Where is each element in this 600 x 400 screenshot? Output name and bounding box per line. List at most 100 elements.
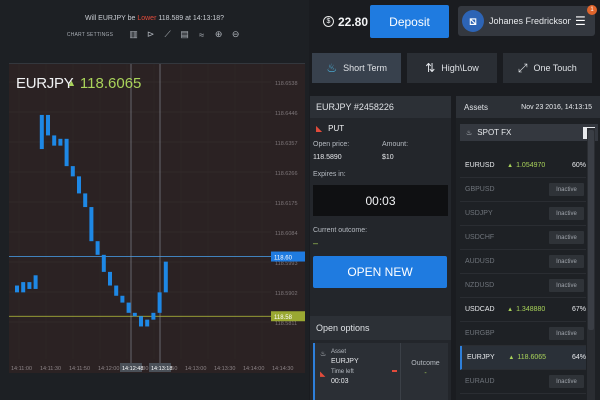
- asset-scrollbar[interactable]: [587, 128, 595, 400]
- asset-name: GBPUSD: [465, 186, 495, 193]
- y-tick-label: 118.6084: [275, 231, 298, 237]
- user-menu[interactable]: ⧅ Johanes Fredrickson ☰: [458, 6, 595, 36]
- candle: [126, 302, 131, 313]
- up-arrow-icon: ▲: [508, 354, 515, 361]
- candle: [15, 285, 19, 293]
- y-tick-label: 118.6266: [275, 171, 298, 177]
- candle: [101, 254, 106, 272]
- line-chart-icon[interactable]: ⟋: [161, 28, 174, 41]
- candle: [70, 166, 75, 177]
- scroll-thumb[interactable]: [588, 130, 594, 330]
- candle: [21, 282, 26, 293]
- hamburger-menu-icon[interactable]: ☰: [575, 14, 586, 28]
- asset-payout: 67%: [571, 306, 586, 313]
- option-time-left: 00:03: [331, 378, 349, 385]
- asset-name: EURGBP: [465, 330, 495, 337]
- scale-icon[interactable]: ≈: [195, 28, 208, 41]
- candle: [95, 241, 100, 255]
- asset-payout: 64%: [572, 354, 587, 361]
- outcome-label: Current outcome:: [313, 227, 368, 234]
- asset-payout: 60%: [571, 162, 586, 169]
- asset-name: EURJPY: [467, 354, 495, 361]
- candle: [163, 261, 168, 293]
- asset-row-euraud[interactable]: EURAUD Inactive: [460, 370, 586, 394]
- option-asset: EURJPY: [331, 358, 359, 365]
- asset-name: USDCAD: [465, 306, 495, 313]
- option-outcome: Outcome -: [400, 343, 450, 400]
- inactive-badge: Inactive: [549, 375, 584, 388]
- tab-high-low[interactable]: ⇅ High\Low: [407, 53, 497, 83]
- bar-chart-icon[interactable]: ▤: [178, 28, 191, 41]
- chart-pair-price: ▲ 118.6065: [67, 75, 141, 92]
- x-tick-label: 14:13:00: [185, 366, 206, 372]
- inactive-badge: Inactive: [549, 183, 584, 196]
- assets-panel: Assets Nov 23 2016, 14:13:15 ♨ SPOT FX ▼…: [456, 96, 600, 400]
- candle: [89, 207, 94, 242]
- y-tick-label: 118.5811: [275, 321, 297, 327]
- asset-row-usdjpy[interactable]: USDJPY Inactive: [460, 202, 586, 226]
- open-option-card[interactable]: ♨ ◣ Asset EURJPY Time left 00:03 Outcome…: [313, 343, 448, 400]
- zoom-out-icon[interactable]: ⊖: [229, 28, 242, 41]
- candle: [27, 282, 32, 289]
- bars-icon[interactable]: ⊳: [144, 28, 157, 41]
- chart-panel: Will EURJPY be Lower 118.589 at 14:13:18…: [0, 0, 309, 400]
- x-tick-label: 14:12:00: [98, 366, 119, 372]
- tab-short-term[interactable]: ♨ Short Term: [312, 53, 402, 83]
- tab-high-low-label: High\Low: [441, 63, 479, 73]
- question-direction: Lower: [137, 15, 157, 22]
- price-chart[interactable]: 118.6538 118.6446 118.6357 118.6266 118.6175…: [9, 63, 305, 373]
- chart-pair-title: EURJPY: [16, 75, 74, 92]
- asset-row-nzdusd[interactable]: NZDUSD Inactive: [460, 274, 586, 298]
- user-avatar-icon: ⧅: [462, 10, 484, 32]
- candle: [120, 295, 125, 303]
- candle: [114, 285, 119, 296]
- y-tick-label: 118.6357: [275, 141, 298, 147]
- asset-row-eurjpy[interactable]: EURJPY ▲ 118.6065 64%: [460, 346, 586, 370]
- candle: [132, 312, 137, 317]
- x-tick-label: 14:11:30: [40, 366, 61, 372]
- asset-row-gbpusd[interactable]: GBPUSD Inactive: [460, 178, 586, 202]
- asset-list: EURUSD ▲ 1.054970 60% GBPUSD Inactive USDJPY In…: [460, 154, 586, 394]
- candle: [145, 319, 150, 327]
- asset-row-usdcad[interactable]: USDCAD ▲ 1.348880 67%: [460, 298, 586, 322]
- inactive-badge: Inactive: [549, 231, 584, 244]
- asset-row-eurusd[interactable]: EURUSD ▲ 1.054970 60%: [460, 154, 586, 178]
- flame-icon: ♨: [326, 61, 338, 75]
- asset-name: USDCHF: [465, 234, 495, 241]
- asset-name: NZDUSD: [465, 282, 495, 289]
- asset-row-eurgbp[interactable]: EURGBP Inactive: [460, 322, 586, 346]
- option-time-left-label: Time left: [331, 369, 354, 375]
- tab-short-term-label: Short Term: [343, 63, 387, 73]
- candle: [33, 275, 38, 289]
- open-price-value: 118.5890: [313, 154, 342, 161]
- balance-value: 22.80: [338, 14, 369, 29]
- asset-row-audusd[interactable]: AUDUSD Inactive: [460, 250, 586, 274]
- option-outcome-label: Outcome: [411, 360, 440, 367]
- candle: [108, 271, 112, 286]
- notification-badge[interactable]: 1: [587, 5, 597, 15]
- candles-icon[interactable]: ▥: [127, 28, 140, 41]
- y-tick-label: 118.6175: [275, 201, 298, 207]
- inactive-badge: Inactive: [549, 207, 584, 220]
- high-low-icon: ⇅: [425, 61, 436, 75]
- asset-price: 118.6065: [517, 354, 547, 361]
- asset-category-select[interactable]: ♨ SPOT FX ▼: [460, 124, 598, 141]
- candle: [52, 135, 57, 146]
- open-new-button[interactable]: OPEN NEW: [313, 256, 447, 288]
- chart-settings-label: CHART SETTINGS: [66, 31, 114, 38]
- tab-one-touch[interactable]: ⤢ One Touch: [502, 53, 592, 83]
- deposit-button[interactable]: Deposit: [370, 5, 449, 38]
- asset-row-usdchf[interactable]: USDCHF Inactive: [460, 226, 586, 250]
- candle: [46, 114, 50, 136]
- current-price-tag-label: 118.60: [274, 256, 293, 262]
- x-tick-label: 14:14:30: [272, 366, 293, 372]
- user-name: Johanes Fredrickson: [489, 16, 571, 26]
- up-arrow-icon: ▲: [507, 162, 514, 169]
- flame-icon: ♨: [466, 129, 473, 137]
- zoom-in-icon[interactable]: ⊕: [212, 28, 225, 41]
- chart-toolbar: CHART SETTINGS ▥ ⊳ ⟋ ▤ ≈ ⊕ ⊖: [0, 28, 309, 41]
- option-asset-label: Asset: [331, 349, 347, 355]
- expiry-timer: 00:03: [313, 185, 448, 216]
- asset-name: EURAUD: [465, 378, 495, 385]
- x-tick-label: 14:14:00: [243, 366, 264, 372]
